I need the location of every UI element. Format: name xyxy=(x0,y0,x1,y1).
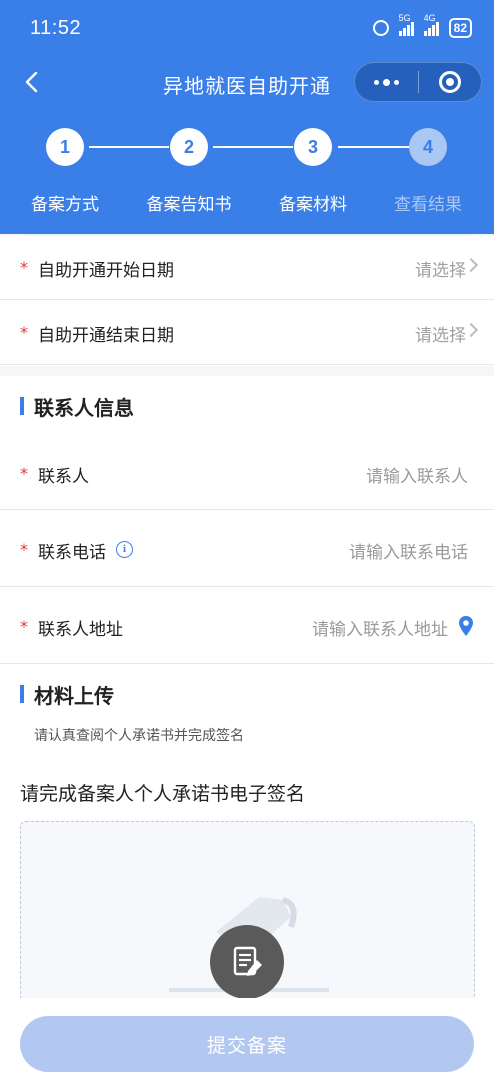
alarm-icon xyxy=(372,20,389,36)
required-mark: * xyxy=(20,464,28,483)
signal-5g-icon: 5G xyxy=(398,13,414,36)
nav-bar: 异地就医自助开通 xyxy=(0,56,494,108)
step-connector xyxy=(89,146,169,148)
edit-document-icon xyxy=(233,946,262,976)
step-3-circle: 3 xyxy=(294,128,332,166)
section-title-bar xyxy=(20,397,24,415)
contact-phone-input[interactable]: 请输入联系电话 xyxy=(349,538,468,563)
required-mark: * xyxy=(20,617,28,636)
contact-address-row: * 联系人地址 请输入联系人地址 xyxy=(0,587,494,664)
required-mark: * xyxy=(20,258,28,277)
submit-button[interactable]: 提交备案 xyxy=(20,1016,474,1072)
contact-name-row: * 联系人 请输入联系人 xyxy=(0,440,494,510)
info-icon[interactable]: i xyxy=(116,541,133,558)
section-title-bar xyxy=(20,685,24,703)
location-pin-icon[interactable] xyxy=(458,615,474,637)
end-date-label: 自助开通结束日期 xyxy=(38,326,174,346)
step-1-circle: 1 xyxy=(46,128,84,166)
contact-section: 联系人信息 * 联系人 请输入联系人 * 联系电话 i 请输入联系电话 * 联系… xyxy=(0,376,494,664)
start-date-label: 自助开通开始日期 xyxy=(38,261,174,281)
signal-4g-icon: 4G xyxy=(423,13,439,36)
step-2-circle: 2 xyxy=(170,128,208,166)
upload-section-title: 材料上传 xyxy=(34,684,114,708)
contact-address-input[interactable]: 请输入联系人地址 xyxy=(312,615,448,640)
step-3-label: 备案材料 xyxy=(279,195,347,215)
contact-address-label: 联系人地址 xyxy=(38,620,123,640)
step-1-label: 备案方式 xyxy=(31,195,99,215)
bottom-bar: 提交备案 xyxy=(0,998,494,1090)
end-date-row[interactable]: * 自助开通结束日期 请选择 xyxy=(0,301,494,365)
step-labels: 备案方式 备案告知书 备案材料 查看结果 xyxy=(0,190,494,215)
step-4-label: 查看结果 xyxy=(394,195,462,215)
start-date-row[interactable]: * 自助开通开始日期 请选择 xyxy=(0,236,494,300)
contact-section-title: 联系人信息 xyxy=(34,396,134,420)
battery-icon: 82 xyxy=(448,18,472,38)
chevron-right-icon xyxy=(463,322,479,338)
net-label-5g: 5G xyxy=(398,13,411,23)
date-section: * 自助开通开始日期 请选择 * 自助开通结束日期 请选择 xyxy=(0,236,494,366)
sign-button[interactable] xyxy=(210,925,284,999)
status-icons: 5G 4G 82 xyxy=(372,13,472,38)
close-miniprogram-button[interactable] xyxy=(419,63,482,101)
step-connector xyxy=(213,146,293,148)
contact-phone-row: * 联系电话 i 请输入联系电话 xyxy=(0,510,494,587)
mini-program-capsule xyxy=(354,62,482,102)
required-mark: * xyxy=(20,540,28,559)
target-icon xyxy=(438,71,461,93)
required-mark: * xyxy=(20,323,28,342)
header: 11:52 5G 4G 82 异地就医自助开通 1 2 3 4 备案方式 备案告… xyxy=(0,0,494,234)
more-button[interactable] xyxy=(355,63,418,101)
status-time: 11:52 xyxy=(30,16,82,39)
contact-name-input[interactable]: 请输入联系人 xyxy=(366,462,468,487)
status-bar: 11:52 5G 4G 82 xyxy=(0,0,494,56)
upload-hint: 请认真查阅个人承诺书并完成签名 xyxy=(34,728,244,744)
step-connector xyxy=(338,146,418,148)
end-date-value: 请选择 xyxy=(415,326,466,346)
contact-name-label: 联系人 xyxy=(38,467,89,487)
sign-title: 请完成备案人个人承诺书电子签名 xyxy=(20,783,306,805)
step-2-label: 备案告知书 xyxy=(146,195,232,215)
start-date-value: 请选择 xyxy=(415,261,466,281)
net-label-4g: 4G xyxy=(423,13,436,23)
chevron-right-icon xyxy=(463,257,479,273)
more-dots-icon xyxy=(373,78,399,86)
step-4-circle: 4 xyxy=(409,128,447,166)
contact-phone-label: 联系电话 xyxy=(38,543,106,563)
step-indicator: 1 2 3 4 xyxy=(0,128,494,168)
